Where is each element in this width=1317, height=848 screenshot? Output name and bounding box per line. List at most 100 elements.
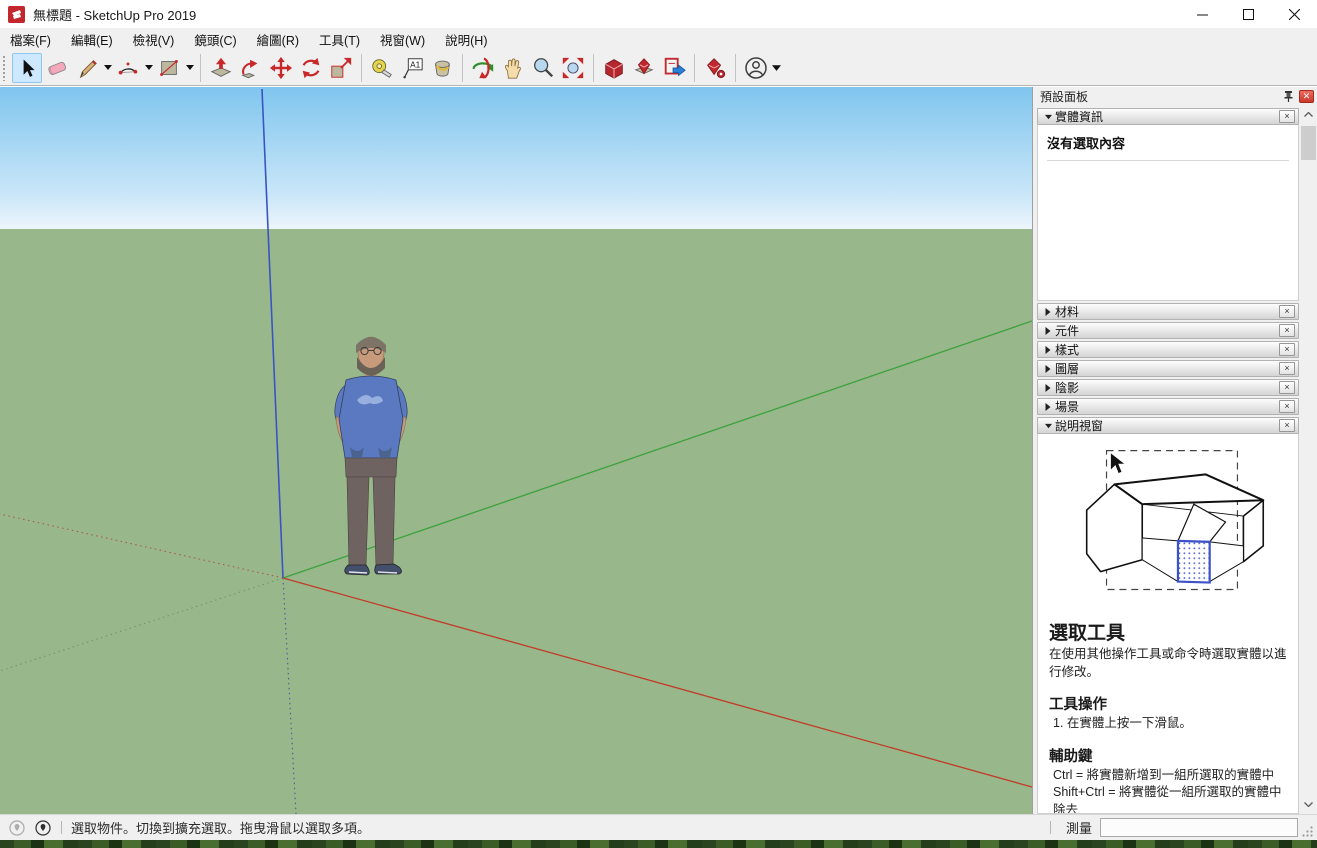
pan-tool-button[interactable] xyxy=(498,53,528,83)
pin-icon[interactable] xyxy=(1280,89,1296,103)
cursor-arrow-icon xyxy=(1110,453,1125,474)
status-bar: 選取物件。切換到擴充選取。拖曳滑鼠以選取多項。 測量 xyxy=(0,814,1317,840)
move-tool-button[interactable] xyxy=(266,53,296,83)
instructor-description: 在使用其他操作工具或命令時選取實體以進行修改。 xyxy=(1049,646,1289,681)
section-close-button[interactable]: × xyxy=(1279,400,1295,413)
collapse-triangle-icon[interactable] xyxy=(1041,114,1055,120)
pan-hand-icon xyxy=(501,56,525,80)
collapse-triangle-icon[interactable] xyxy=(1041,423,1055,429)
menu-tools[interactable]: 工具(T) xyxy=(309,28,370,51)
scrollbar-thumb[interactable] xyxy=(1301,126,1316,160)
geolocation-icon[interactable] xyxy=(8,819,26,837)
menu-camera[interactable]: 鏡頭(C) xyxy=(184,28,246,51)
3d-warehouse-icon xyxy=(602,56,626,80)
toolbar-separator xyxy=(694,54,695,82)
zoom-tool-button[interactable] xyxy=(528,53,558,83)
section-materials[interactable]: 材料 × xyxy=(1037,303,1299,320)
extension-manager-icon xyxy=(703,56,727,80)
minimize-button[interactable] xyxy=(1179,0,1225,28)
section-close-button[interactable]: × xyxy=(1279,305,1295,318)
text-tool-button[interactable]: A1 xyxy=(397,53,427,83)
tray-header[interactable]: 預設面板 ✕ xyxy=(1033,87,1317,105)
expand-triangle-icon[interactable] xyxy=(1041,384,1055,392)
section-scenes[interactable]: 場景 × xyxy=(1037,398,1299,415)
section-styles-label: 樣式 xyxy=(1055,341,1079,358)
status-hint-text: 選取物件。切換到擴充選取。拖曳滑鼠以選取多項。 xyxy=(71,818,1041,837)
instructor-operations-title: 工具操作 xyxy=(1049,693,1289,714)
main-area: 預設面板 ✕ 實體資訊 × 沒有選取內容 材料 × xyxy=(0,87,1317,814)
account-dropdown[interactable] xyxy=(771,53,782,83)
menu-edit[interactable]: 編輯(E) xyxy=(61,28,123,51)
section-close-button[interactable]: × xyxy=(1279,362,1295,375)
send-to-layout-button[interactable] xyxy=(659,53,689,83)
menu-view[interactable]: 檢視(V) xyxy=(123,28,185,51)
expand-triangle-icon[interactable] xyxy=(1041,346,1055,354)
section-instructor[interactable]: 說明視窗 × xyxy=(1037,417,1299,434)
section-entity-info[interactable]: 實體資訊 × xyxy=(1037,108,1299,125)
zoom-extents-button[interactable] xyxy=(558,53,588,83)
tray-close-button[interactable]: ✕ xyxy=(1299,90,1314,103)
credit-attribution-icon[interactable] xyxy=(34,819,52,837)
menu-file[interactable]: 檔案(F) xyxy=(0,28,61,51)
scroll-up-icon[interactable] xyxy=(1300,106,1317,123)
paint-bucket-tool-button[interactable] xyxy=(427,53,457,83)
menu-window[interactable]: 視窗(W) xyxy=(370,28,435,51)
extension-warehouse-icon xyxy=(632,56,656,80)
expand-triangle-icon[interactable] xyxy=(1041,327,1055,335)
section-close-button[interactable]: × xyxy=(1279,324,1295,337)
section-shadows[interactable]: 陰影 × xyxy=(1037,379,1299,396)
move-icon xyxy=(269,56,293,80)
section-layers[interactable]: 圖層 × xyxy=(1037,360,1299,377)
expand-triangle-icon[interactable] xyxy=(1041,403,1055,411)
maximize-button[interactable] xyxy=(1225,0,1271,28)
main-toolbar: A1 xyxy=(0,50,1317,86)
arc-tool-dropdown[interactable] xyxy=(143,53,154,83)
expand-triangle-icon[interactable] xyxy=(1041,365,1055,373)
section-entity-info-label: 實體資訊 xyxy=(1055,108,1103,125)
3d-warehouse-button[interactable] xyxy=(599,53,629,83)
title-bar: 無標題 - SketchUp Pro 2019 xyxy=(0,0,1317,28)
section-close-button[interactable]: × xyxy=(1279,419,1295,432)
measurement-input[interactable] xyxy=(1100,818,1298,837)
rectangle-tool-dropdown[interactable] xyxy=(184,53,195,83)
select-tool-button[interactable] xyxy=(12,53,42,83)
follow-me-tool-button[interactable] xyxy=(236,53,266,83)
extension-manager-button[interactable] xyxy=(700,53,730,83)
scale-icon xyxy=(329,56,353,80)
scale-tool-button[interactable] xyxy=(326,53,356,83)
menu-draw[interactable]: 繪圖(R) xyxy=(247,28,309,51)
section-close-button[interactable]: × xyxy=(1279,381,1295,394)
orbit-icon xyxy=(471,56,495,80)
tape-measure-tool-button[interactable] xyxy=(367,53,397,83)
instructor-operation-step: 1. 在實體上按一下滑鼠。 xyxy=(1049,715,1289,733)
panel-scrollbar[interactable] xyxy=(1300,106,1317,814)
svg-text:A1: A1 xyxy=(410,59,421,69)
orbit-tool-button[interactable] xyxy=(468,53,498,83)
scroll-down-icon[interactable] xyxy=(1300,796,1317,813)
toolbar-drag-handle[interactable] xyxy=(2,55,7,81)
resize-grip-icon[interactable] xyxy=(1300,824,1314,838)
menu-help[interactable]: 說明(H) xyxy=(435,28,497,51)
rectangle-tool-button[interactable] xyxy=(154,53,184,83)
account-button[interactable] xyxy=(741,53,771,83)
arc-tool-button[interactable] xyxy=(113,53,143,83)
rotate-tool-button[interactable] xyxy=(296,53,326,83)
push-pull-tool-button[interactable] xyxy=(206,53,236,83)
section-components[interactable]: 元件 × xyxy=(1037,322,1299,339)
eraser-tool-button[interactable] xyxy=(42,53,72,83)
select-tool-illustration xyxy=(1049,442,1293,610)
line-tool-dropdown[interactable] xyxy=(102,53,113,83)
viewport-3d[interactable] xyxy=(0,87,1032,814)
menu-bar: 檔案(F) 編輯(E) 檢視(V) 鏡頭(C) 繪圖(R) 工具(T) 視窗(W… xyxy=(0,28,1317,50)
line-tool-button[interactable] xyxy=(72,53,102,83)
toolbar-separator xyxy=(593,54,594,82)
expand-triangle-icon[interactable] xyxy=(1041,308,1055,316)
section-materials-label: 材料 xyxy=(1055,303,1079,320)
section-styles[interactable]: 樣式 × xyxy=(1037,341,1299,358)
paint-bucket-icon xyxy=(430,56,454,80)
section-close-button[interactable]: × xyxy=(1279,343,1295,356)
section-close-button[interactable]: × xyxy=(1279,110,1295,123)
account-icon xyxy=(743,55,769,81)
extension-warehouse-button[interactable] xyxy=(629,53,659,83)
close-button[interactable] xyxy=(1271,0,1317,28)
